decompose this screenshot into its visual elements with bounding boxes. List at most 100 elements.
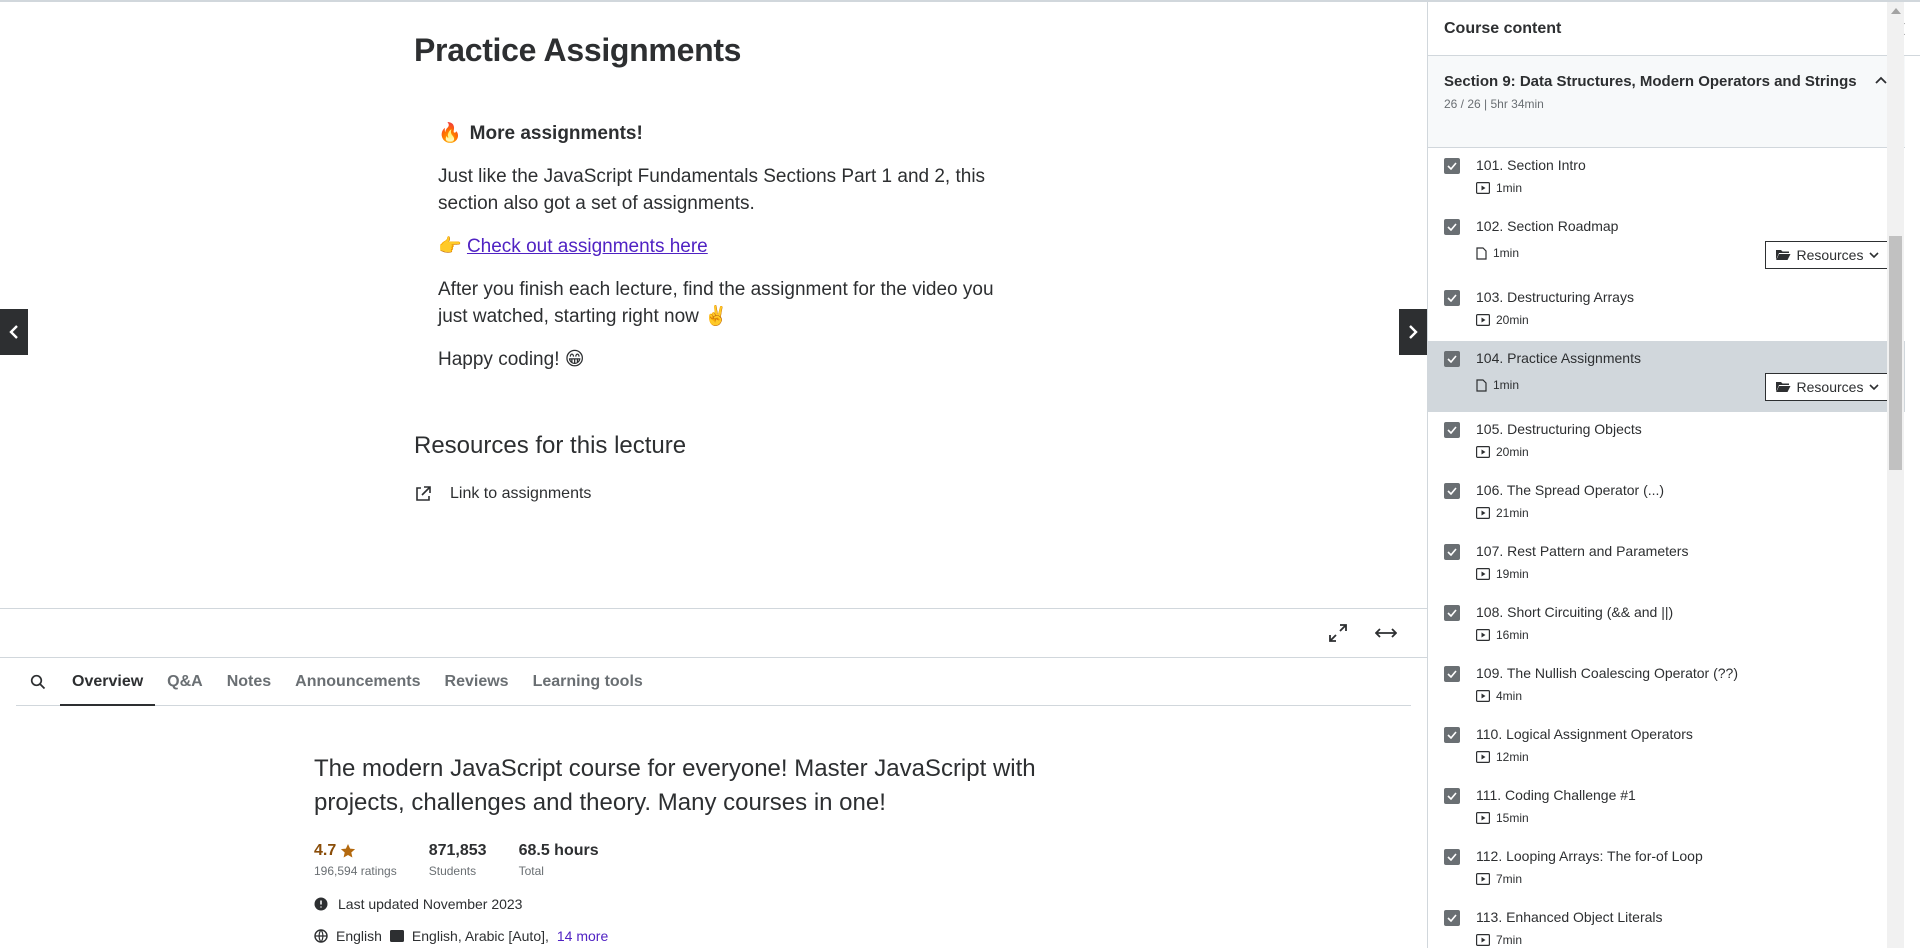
checkmark-icon bbox=[1447, 294, 1457, 302]
tab-overview[interactable]: Overview bbox=[60, 658, 156, 706]
lesson-item[interactable]: 109. The Nullish Coalescing Operator (??… bbox=[1428, 656, 1905, 717]
lesson-checkbox[interactable] bbox=[1444, 788, 1460, 804]
last-updated-text: Last updated November 2023 bbox=[338, 896, 523, 912]
assignments-link[interactable]: Check out assignments here bbox=[467, 236, 708, 257]
article-paragraph-2: After you finish each lecture, find the … bbox=[438, 279, 994, 327]
lecture-article: Practice Assignments 🔥 More assignments!… bbox=[0, 2, 1427, 608]
scrollbar-thumb[interactable] bbox=[1889, 236, 1902, 470]
lesson-duration-text: 4min bbox=[1496, 689, 1523, 703]
tab-announcements[interactable]: Announcements bbox=[283, 658, 432, 705]
article-link-line: 👉 Check out assignments here bbox=[438, 233, 998, 260]
lesson-title: 102. Section Roadmap bbox=[1476, 218, 1619, 234]
lesson-title: 109. The Nullish Coalescing Operator (??… bbox=[1476, 665, 1738, 681]
lesson-item[interactable]: 113. Enhanced Object Literals 7min bbox=[1428, 900, 1905, 948]
checkmark-icon bbox=[1447, 792, 1457, 800]
lesson-item[interactable]: 102. Section Roadmap 1min Resources bbox=[1428, 209, 1905, 280]
resource-link[interactable]: Link to assignments bbox=[414, 485, 591, 503]
tab-notes[interactable]: Notes bbox=[215, 658, 283, 705]
next-lecture-button[interactable] bbox=[1399, 309, 1427, 355]
folder-open-icon bbox=[1775, 250, 1791, 260]
pointing-emoji: 👉 bbox=[438, 236, 462, 257]
lesson-item[interactable]: 101. Section Intro 1min bbox=[1428, 148, 1905, 209]
lesson-title: 105. Destructuring Objects bbox=[1476, 421, 1642, 437]
lesson-checkbox[interactable] bbox=[1444, 605, 1460, 621]
lesson-title: 110. Logical Assignment Operators bbox=[1476, 726, 1693, 742]
course-tabs: Overview Q&A Notes Announcements Reviews… bbox=[16, 658, 1411, 706]
sidebar-scrollbar[interactable] bbox=[1887, 2, 1904, 948]
checkmark-icon bbox=[1447, 355, 1457, 363]
resource-link-label: Link to assignments bbox=[450, 485, 592, 502]
checkmark-icon bbox=[1447, 162, 1457, 170]
lesson-duration: 1min bbox=[1476, 181, 1522, 195]
checkmark-icon bbox=[1447, 223, 1457, 231]
lesson-item[interactable]: 104. Practice Assignments 1min Resources bbox=[1428, 341, 1905, 412]
lesson-item[interactable]: 106. The Spread Operator (...) 21min bbox=[1428, 473, 1905, 534]
lesson-item[interactable]: 103. Destructuring Arrays 20min bbox=[1428, 280, 1905, 341]
resources-dropdown-button[interactable]: Resources bbox=[1765, 241, 1889, 269]
lesson-duration-text: 12min bbox=[1496, 750, 1529, 764]
hours-stat: 68.5 hours Total bbox=[519, 842, 599, 878]
lecture-title: Practice Assignments bbox=[414, 32, 742, 68]
scroll-up-arrow-icon[interactable] bbox=[1891, 8, 1901, 14]
students-value: 871,853 bbox=[428, 842, 487, 859]
search-tab[interactable] bbox=[16, 658, 60, 705]
lesson-item[interactable]: 108. Short Circuiting (&& and ||) 16min bbox=[1428, 595, 1905, 656]
previous-lecture-button[interactable] bbox=[0, 309, 28, 355]
lesson-checkbox[interactable] bbox=[1444, 727, 1460, 743]
video-icon bbox=[1476, 507, 1490, 519]
video-icon bbox=[1476, 629, 1490, 641]
checkmark-icon bbox=[1447, 914, 1457, 922]
chevron-left-icon bbox=[9, 325, 18, 339]
hours-label: Total bbox=[518, 864, 544, 878]
player-controls-bar bbox=[0, 608, 1427, 658]
tab-learning-tools[interactable]: Learning tools bbox=[521, 658, 655, 705]
video-icon bbox=[1476, 314, 1490, 326]
lesson-checkbox[interactable] bbox=[1444, 849, 1460, 865]
fullscreen-button[interactable] bbox=[1326, 621, 1350, 645]
students-stat: 871,853 Students bbox=[429, 842, 487, 878]
resources-dropdown-button[interactable]: Resources bbox=[1765, 373, 1889, 401]
checkmark-icon bbox=[1447, 670, 1457, 678]
captions-icon bbox=[389, 930, 404, 942]
rating-value: 4.7 bbox=[314, 842, 337, 859]
more-languages-link[interactable]: 14 more bbox=[557, 928, 608, 944]
lesson-checkbox[interactable] bbox=[1444, 422, 1460, 438]
lesson-checkbox[interactable] bbox=[1444, 666, 1460, 682]
course-stats: 4.7 196,594 ratings 871,853 Students 68.… bbox=[314, 842, 1074, 878]
lesson-checkbox[interactable] bbox=[1444, 158, 1460, 174]
resources-title: Resources for this lecture bbox=[414, 432, 687, 459]
star-icon bbox=[341, 844, 356, 858]
section-header[interactable]: Section 9: Data Structures, Modern Opera… bbox=[1428, 56, 1905, 148]
lesson-duration: 16min bbox=[1476, 628, 1529, 642]
lesson-item[interactable]: 111. Coding Challenge #1 15min bbox=[1428, 778, 1905, 839]
video-icon bbox=[1476, 446, 1490, 458]
lesson-checkbox[interactable] bbox=[1444, 544, 1460, 560]
language-text: English bbox=[336, 928, 382, 944]
lesson-item[interactable]: 107. Rest Pattern and Parameters 19min bbox=[1428, 534, 1905, 595]
lesson-duration-text: 1min bbox=[1493, 246, 1520, 260]
lesson-duration: 15min bbox=[1476, 811, 1529, 825]
tab-reviews[interactable]: Reviews bbox=[433, 658, 521, 705]
globe-icon bbox=[314, 929, 328, 943]
checkmark-icon bbox=[1447, 548, 1457, 556]
lesson-checkbox[interactable] bbox=[1444, 910, 1460, 926]
captions-text: English, Arabic [Auto], bbox=[411, 928, 549, 944]
tab-qa[interactable]: Q&A bbox=[155, 658, 215, 705]
expanded-view-button[interactable] bbox=[1374, 621, 1398, 645]
resources-label: Resources bbox=[1796, 379, 1864, 395]
section-title: Section 9: Data Structures, Modern Opera… bbox=[1444, 73, 1857, 90]
lesson-duration: 19min bbox=[1476, 567, 1529, 581]
lesson-item[interactable]: 112. Looping Arrays: The for-of Loop 7min bbox=[1428, 839, 1905, 900]
lesson-checkbox[interactable] bbox=[1444, 483, 1460, 499]
lesson-item[interactable]: 110. Logical Assignment Operators 12min bbox=[1428, 717, 1905, 778]
lesson-title: 108. Short Circuiting (&& and ||) bbox=[1476, 604, 1674, 620]
checkmark-icon bbox=[1447, 487, 1457, 495]
lesson-title: 101. Section Intro bbox=[1476, 157, 1586, 173]
lesson-list: 101. Section Intro 1min 102. Section Roadm… bbox=[1428, 148, 1905, 948]
lesson-duration: 1min bbox=[1476, 246, 1519, 260]
video-icon bbox=[1476, 690, 1490, 702]
lesson-checkbox[interactable] bbox=[1444, 290, 1460, 306]
lesson-checkbox[interactable] bbox=[1444, 219, 1460, 235]
lesson-checkbox[interactable] bbox=[1444, 351, 1460, 367]
lesson-item[interactable]: 105. Destructuring Objects 20min bbox=[1428, 412, 1905, 473]
